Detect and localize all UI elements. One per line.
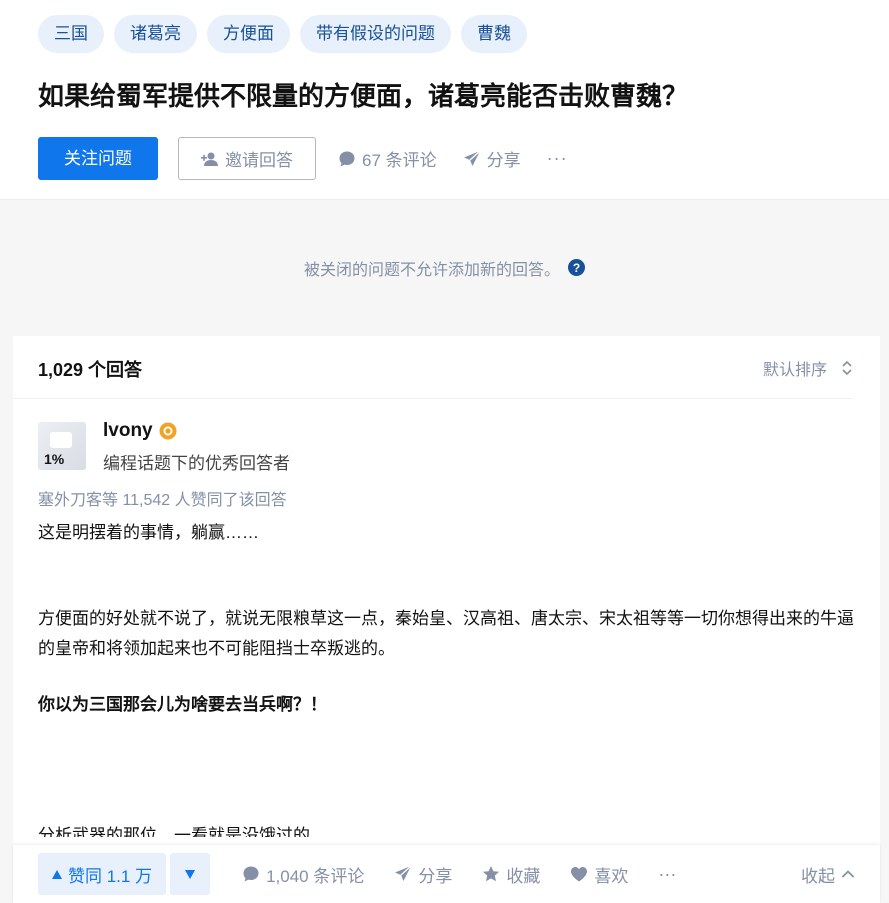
share-icon xyxy=(463,149,481,168)
answer-comments-label: 1,040 条评论 xyxy=(266,866,365,886)
answer-card: 1,029 个回答 默认排序 1% lvony 编程话题下的优秀回答者 塞外刀客… xyxy=(13,336,880,903)
invite-answer-label: 邀请回答 xyxy=(225,151,293,170)
topic-tag[interactable]: 曹魏 xyxy=(461,15,527,53)
topic-tag[interactable]: 诸葛亮 xyxy=(114,15,197,53)
question-header: 三国 诸葛亮 方便面 带有假设的问题 曹魏 如果给蜀军提供不限量的方便面，诸葛亮… xyxy=(0,0,889,200)
like-label: 喜欢 xyxy=(594,866,629,886)
upvoters-summary[interactable]: 塞外刀客等 11,542 人赞同了该回答 xyxy=(38,486,287,510)
chevron-up-icon xyxy=(841,869,855,879)
comment-icon xyxy=(338,150,356,168)
author-name[interactable]: lvony xyxy=(103,420,153,442)
answer-share-button[interactable]: 分享 xyxy=(394,862,452,887)
topic-tag[interactable]: 三国 xyxy=(38,15,104,53)
question-comments-label: 67 条评论 xyxy=(362,151,437,170)
answer-content: 这是明摆着的事情，躺赢…… 方便面的好处就不说了，就说无限粮草这一点，秦始皇、汉… xyxy=(38,518,858,720)
star-icon xyxy=(482,865,500,883)
question-actions: 关注问题 邀请回答 67 条评论 分享 ··· xyxy=(38,137,568,180)
answer-comments-button[interactable]: 1,040 条评论 xyxy=(242,862,364,887)
question-mark-icon[interactable]: ? xyxy=(568,259,585,276)
downvote-triangle-icon xyxy=(185,869,196,879)
invite-answer-button[interactable]: 邀请回答 xyxy=(178,137,316,180)
downvote-button[interactable] xyxy=(170,853,211,895)
follow-question-button[interactable]: 关注问题 xyxy=(38,137,158,180)
avatar[interactable]: 1% xyxy=(38,422,86,470)
more-icon[interactable]: ··· xyxy=(547,148,568,169)
question-share-label: 分享 xyxy=(486,151,521,170)
closed-notice: 被关闭的问题不允许添加新的回答。 ? xyxy=(0,200,889,335)
answer-count: 1,029 个回答 xyxy=(38,360,143,380)
upvote-label: 赞同 1.1 万 xyxy=(68,866,153,886)
question-share-button[interactable]: 分享 xyxy=(463,146,521,171)
avatar-text: 1% xyxy=(44,451,65,467)
answer-author: 1% lvony 编程话题下的优秀回答者 xyxy=(38,420,838,482)
more-icon[interactable]: ··· xyxy=(658,864,676,885)
verified-badge-icon xyxy=(159,422,177,440)
heart-icon xyxy=(570,866,588,882)
upvote-triangle-icon xyxy=(52,869,62,879)
upvote-button[interactable]: 赞同 1.1 万 xyxy=(38,853,167,895)
topic-list: 三国 诸葛亮 方便面 带有假设的问题 曹魏 xyxy=(38,15,527,53)
answer-action-bar: 赞同 1.1 万 1,040 条评论 分享 收藏 喜欢 ··· 收起 xyxy=(13,845,880,903)
answer-paragraph-bold: 你以为三国那会儿为啥要去当兵啊？！ xyxy=(38,695,327,714)
favorite-label: 收藏 xyxy=(506,866,541,886)
answer-paragraph: 方便面的好处就不说了，就说无限粮草这一点，秦始皇、汉高祖、唐太宗、宋太祖等等一切… xyxy=(38,609,854,658)
closed-notice-text: 被关闭的问题不允许添加新的回答。 xyxy=(303,261,560,279)
topic-tag[interactable]: 带有假设的问题 xyxy=(300,15,451,53)
question-comments-button[interactable]: 67 条评论 xyxy=(338,146,437,171)
answer-paragraph: 这是明摆着的事情，躺赢…… xyxy=(38,523,259,542)
answers-header: 1,029 个回答 默认排序 xyxy=(13,336,853,399)
collapse-label: 收起 xyxy=(801,866,835,886)
question-title[interactable]: 如果给蜀军提供不限量的方便面，诸葛亮能否击败曹魏？ xyxy=(38,76,688,113)
sort-dropdown[interactable]: 默认排序 xyxy=(763,356,853,380)
comment-icon xyxy=(242,865,260,883)
favorite-button[interactable]: 收藏 xyxy=(482,862,540,887)
sort-label: 默认排序 xyxy=(762,362,827,379)
topic-tag[interactable]: 方便面 xyxy=(207,15,290,53)
sort-icon xyxy=(841,359,853,377)
author-description: 编程话题下的优秀回答者 xyxy=(103,454,290,473)
like-button[interactable]: 喜欢 xyxy=(570,862,628,887)
answer-share-label: 分享 xyxy=(418,866,453,886)
collapse-button[interactable]: 收起 xyxy=(801,862,855,887)
share-icon xyxy=(394,865,412,883)
author-name-row: lvony xyxy=(103,420,177,442)
add-user-icon xyxy=(201,151,219,167)
